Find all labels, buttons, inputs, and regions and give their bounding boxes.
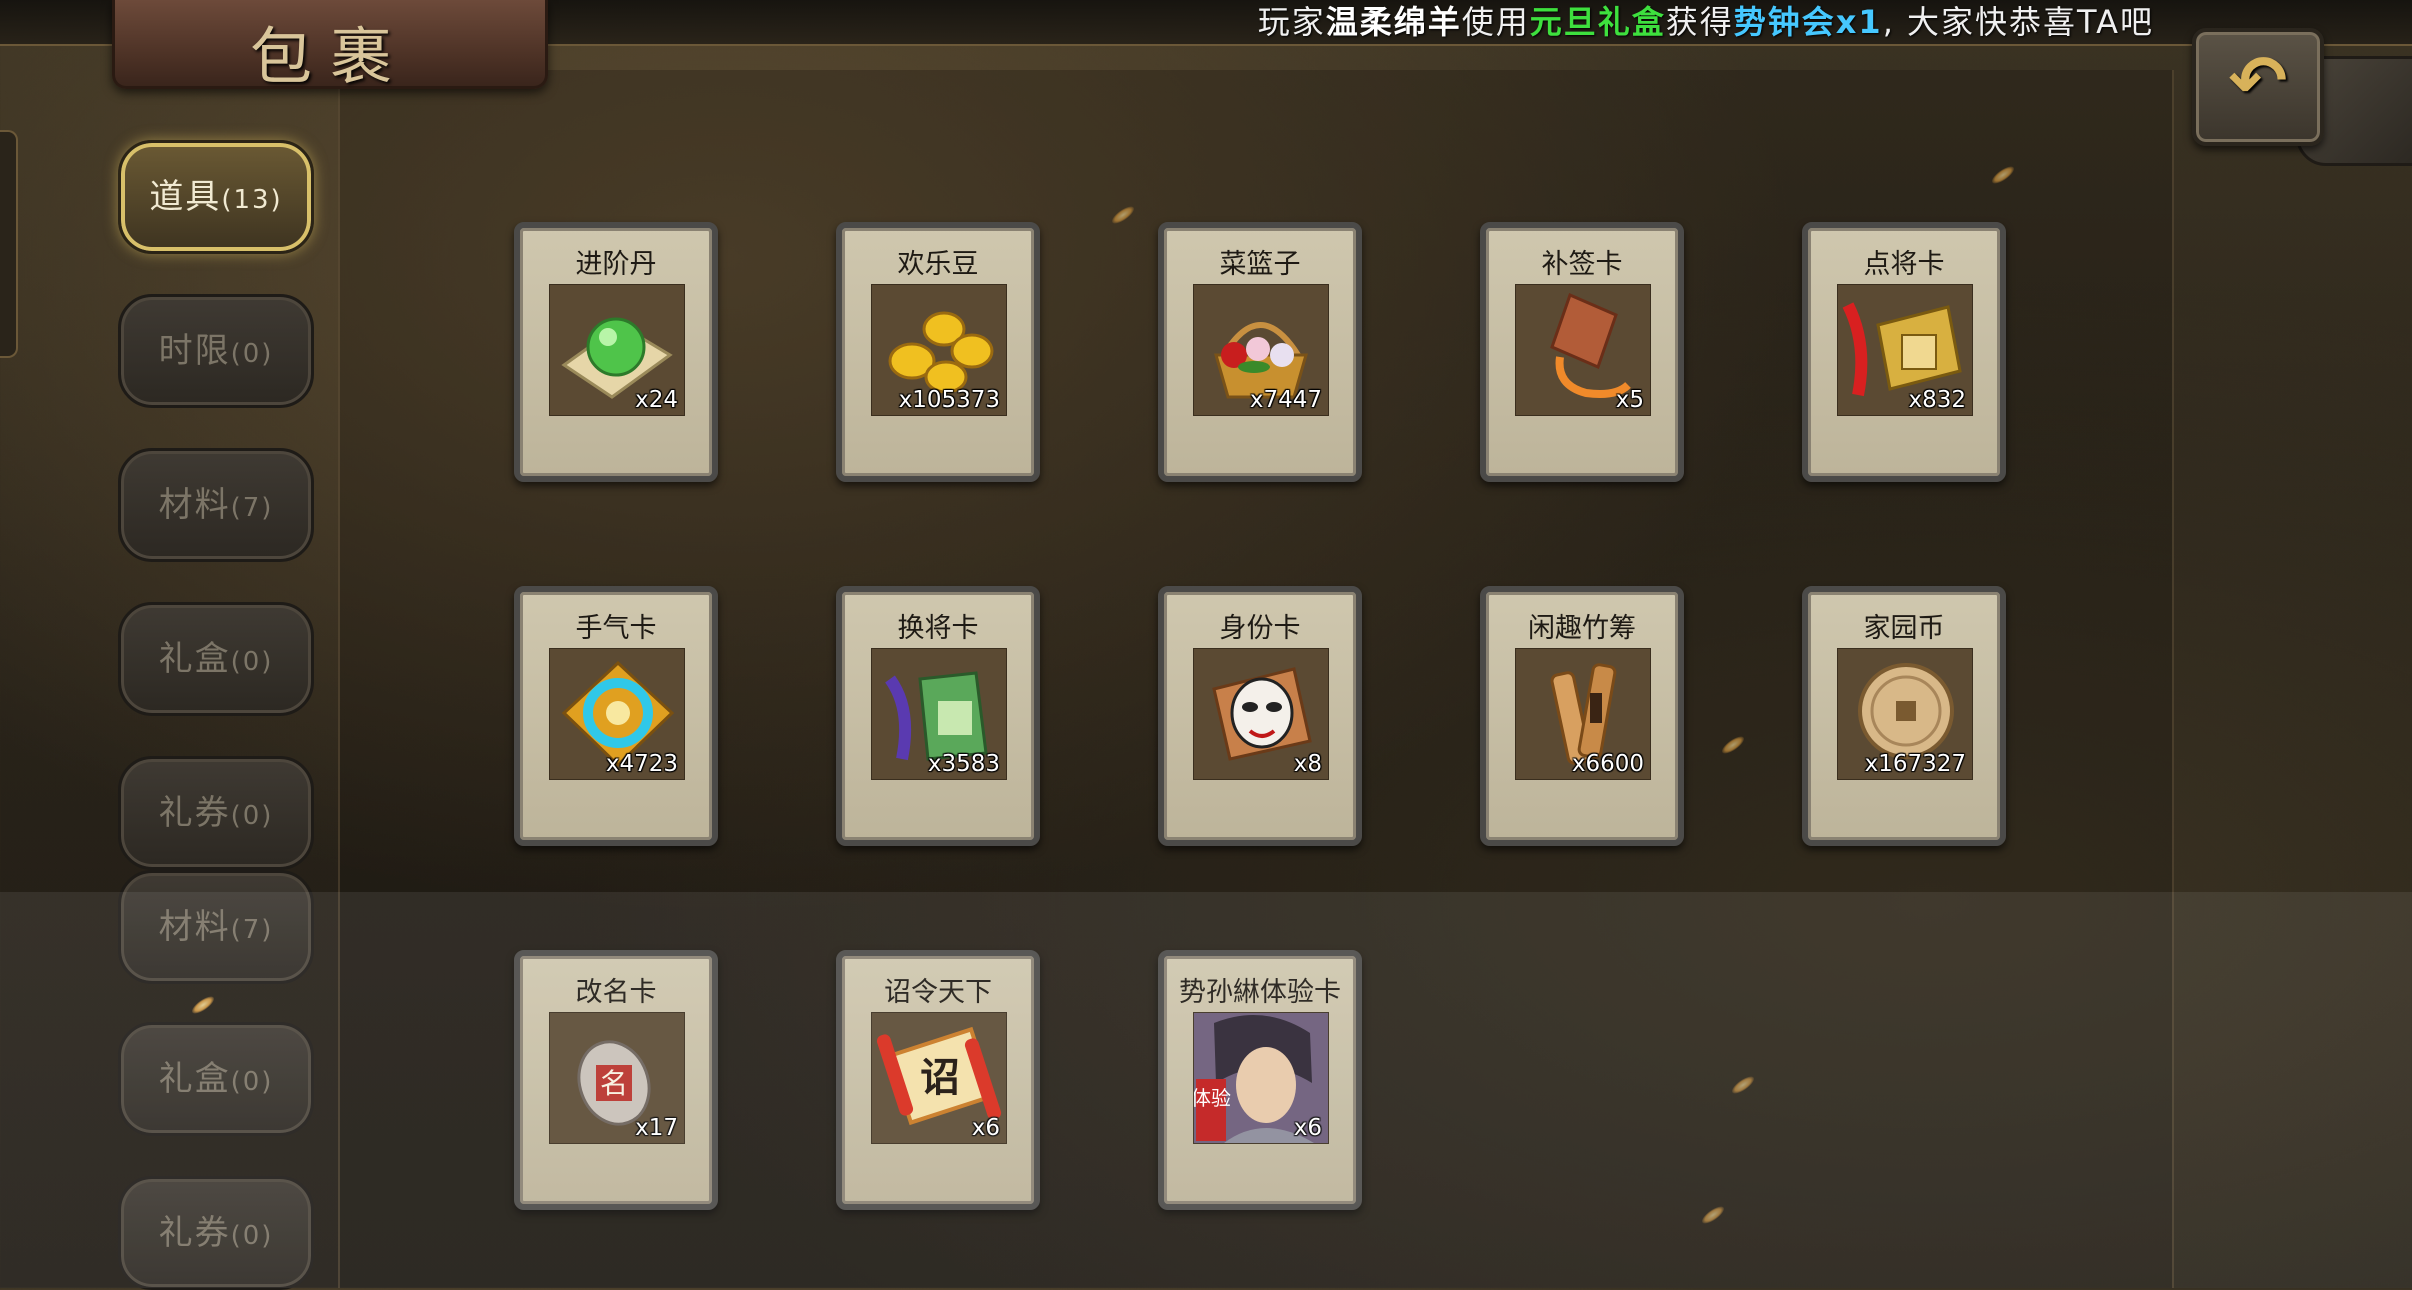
tab-label: 材料 xyxy=(158,485,231,525)
item-quantity: x24 xyxy=(635,387,678,413)
item-card-rename-card[interactable]: 改名卡 名 x17 xyxy=(514,950,718,1210)
item-quantity: x167327 xyxy=(1864,751,1966,777)
item-quantity: x832 xyxy=(1908,387,1966,413)
item-icon-frame: x7447 xyxy=(1193,284,1329,416)
item-name: 家园币 xyxy=(1863,613,1945,644)
item-quantity: x6 xyxy=(1293,1115,1322,1141)
item-card-advance-pill[interactable]: 进阶丹 x24 xyxy=(514,222,718,482)
spark-decoration xyxy=(189,993,217,1017)
item-card-bamboo-chips[interactable]: 闲趣竹筹 x6600 xyxy=(1480,586,1684,846)
item-card-imperial-edict[interactable]: 诏令天下 诏 x6 xyxy=(836,950,1040,1210)
announce-suffix: , 大家快恭喜TA吧 xyxy=(1882,3,2154,41)
item-card-identity-card[interactable]: 身份卡 x8 xyxy=(1158,586,1362,846)
item-icon-frame: x3583 xyxy=(871,648,1007,780)
tab-count: (0) xyxy=(230,1067,274,1097)
tab-count: (0) xyxy=(230,647,274,677)
item-icon-frame: x8 xyxy=(1193,648,1329,780)
tab-count: (7) xyxy=(230,493,274,523)
item-quantity: x7447 xyxy=(1249,387,1322,413)
tab-count: (0) xyxy=(230,339,274,369)
item-name: 换将卡 xyxy=(897,613,979,644)
item-name: 身份卡 xyxy=(1219,613,1301,644)
item-icon-frame: x832 xyxy=(1837,284,1973,416)
item-quantity: x5 xyxy=(1615,387,1644,413)
side-handle[interactable] xyxy=(0,130,18,358)
item-name: 菜篮子 xyxy=(1219,249,1301,280)
item-card-hero-trial[interactable]: 势孙綝体验卡 体验 x6 xyxy=(1158,950,1362,1210)
tab-props[interactable]: 道具(13) xyxy=(118,140,314,254)
item-name: 改名卡 xyxy=(575,977,657,1008)
tab-materials-dup[interactable]: 材料(7) xyxy=(118,870,314,984)
item-quantity: x17 xyxy=(635,1115,678,1141)
item-card-joy-beans[interactable]: 欢乐豆 x105373 xyxy=(836,222,1040,482)
tab-label: 礼券 xyxy=(158,793,231,833)
tab-label: 礼盒 xyxy=(158,1059,231,1099)
announce-use: 使用 xyxy=(1461,3,1530,41)
item-name: 补签卡 xyxy=(1541,249,1623,280)
item-icon-frame: 体验 x6 xyxy=(1193,1012,1329,1144)
announcement-text: 玩家温柔绵羊使用元旦礼盒获得势钟会x1, 大家快恭喜TA吧 xyxy=(1258,0,2154,44)
item-icon-frame: x24 xyxy=(549,284,685,416)
title-plate: 包裹 xyxy=(112,0,548,93)
announce-player-name: 温柔绵羊 xyxy=(1325,3,1462,41)
back-button[interactable]: ↶ xyxy=(2192,28,2324,146)
item-icon-frame: 诏 x6 xyxy=(871,1012,1007,1144)
item-quantity: x8 xyxy=(1293,751,1322,777)
tab-giftbox[interactable]: 礼盒(0) xyxy=(118,602,314,716)
item-quantity: x3583 xyxy=(927,751,1000,777)
item-icon-frame: x105373 xyxy=(871,284,1007,416)
tab-count: (0) xyxy=(230,1221,274,1251)
item-card-luck-card[interactable]: 手气卡 x4723 xyxy=(514,586,718,846)
back-arrow-icon: ↶ xyxy=(2228,40,2288,122)
item-quantity: x4723 xyxy=(605,751,678,777)
item-name: 欢乐豆 xyxy=(897,249,979,280)
tab-count: (0) xyxy=(230,801,274,831)
item-name: 诏令天下 xyxy=(884,977,992,1008)
tab-count: (13) xyxy=(221,185,283,215)
tab-label: 礼盒 xyxy=(158,639,231,679)
tab-label: 道具 xyxy=(149,177,222,217)
tab-label: 礼券 xyxy=(158,1213,231,1253)
item-card-makeup-sign[interactable]: 补签卡 x5 xyxy=(1480,222,1684,482)
item-icon-frame: x5 xyxy=(1515,284,1651,416)
trial-glyph: 体验 xyxy=(1194,1086,1231,1110)
tab-voucher-dup[interactable]: 礼券(0) xyxy=(118,1176,314,1290)
item-icon-frame: x4723 xyxy=(549,648,685,780)
item-card-pick-general[interactable]: 点将卡 x832 xyxy=(1802,222,2006,482)
item-card-vegetable-basket[interactable]: 菜篮子 x7447 xyxy=(1158,222,1362,482)
announce-reward: 势钟会x1 xyxy=(1733,3,1883,41)
announce-prefix: 玩家 xyxy=(1257,3,1326,41)
announce-item-name: 元旦礼盒 xyxy=(1529,3,1666,41)
item-name: 进阶丹 xyxy=(575,249,657,280)
tab-label: 材料 xyxy=(158,907,231,947)
item-quantity: x6 xyxy=(971,1115,1000,1141)
item-name: 点将卡 xyxy=(1863,249,1945,280)
tab-count: (7) xyxy=(230,915,274,945)
item-name: 闲趣竹筹 xyxy=(1528,613,1636,644)
tab-materials[interactable]: 材料(7) xyxy=(118,448,314,562)
item-name: 手气卡 xyxy=(575,613,657,644)
item-name: 势孙綝体验卡 xyxy=(1179,977,1341,1008)
item-icon-frame: x167327 xyxy=(1837,648,1973,780)
item-card-swap-general[interactable]: 换将卡 x3583 xyxy=(836,586,1040,846)
tab-giftbox-dup[interactable]: 礼盒(0) xyxy=(118,1022,314,1136)
tab-voucher[interactable]: 礼券(0) xyxy=(118,756,314,870)
edict-glyph: 诏 xyxy=(920,1054,960,1101)
item-quantity: x6600 xyxy=(1571,751,1644,777)
tab-timed[interactable]: 时限(0) xyxy=(118,294,314,408)
item-card-home-coin[interactable]: 家园币 x167327 xyxy=(1802,586,2006,846)
item-icon-frame: x6600 xyxy=(1515,648,1651,780)
announce-got: 获得 xyxy=(1665,3,1734,41)
item-icon-frame: 名 x17 xyxy=(549,1012,685,1144)
rename-glyph: 名 xyxy=(600,1067,628,1100)
page-title: 包裹 xyxy=(249,20,410,93)
tab-label: 时限 xyxy=(158,331,231,371)
item-quantity: x105373 xyxy=(898,387,1000,413)
